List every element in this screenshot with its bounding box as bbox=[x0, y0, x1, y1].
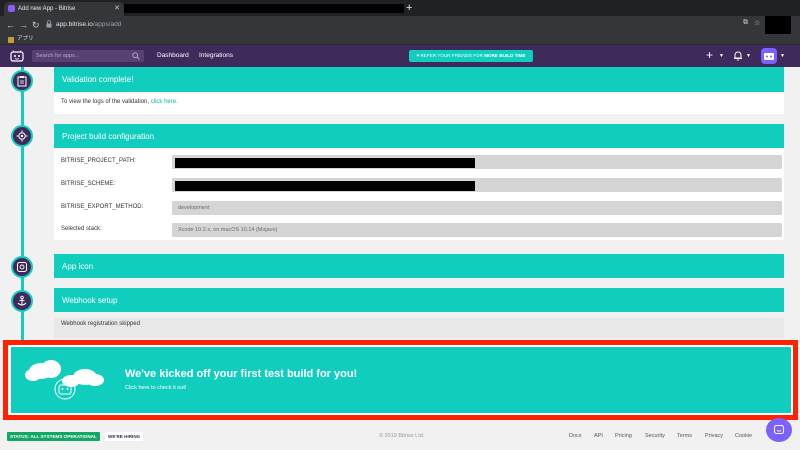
tab-title: Add new App - Bitrise bbox=[18, 6, 76, 12]
browser-toolbar: ← → ↻ app.bitrise.io/apps/add ⧉ ☆ bbox=[0, 16, 800, 34]
footer-link-cookie[interactable]: Cookie bbox=[735, 432, 752, 441]
redacted-profile bbox=[765, 16, 791, 34]
new-tab-icon[interactable]: + bbox=[406, 1, 412, 15]
config-label: BITRISE_SCHEME: bbox=[61, 181, 116, 187]
config-row: Selected stack: Xcode 10.2.x, on macOS 1… bbox=[61, 223, 782, 237]
refer-prefix: REFER YOUR FRIENDS FOR bbox=[420, 53, 483, 58]
avatar-icon bbox=[764, 53, 774, 60]
status-badge[interactable]: STATUS: ALL SYSTEMS OPERATIONAL bbox=[7, 432, 100, 441]
gear-icon bbox=[11, 125, 33, 147]
bitrise-logo-icon[interactable] bbox=[10, 50, 24, 62]
main-content: Validation complete! To view the logs of… bbox=[0, 67, 800, 340]
config-row: BITRISE_PROJECT_PATH: bbox=[61, 155, 782, 169]
refer-friends-button[interactable]: ♥ REFER YOUR FRIENDS FOR MORE BUILD TIME bbox=[409, 50, 533, 62]
clouds-illustration-icon bbox=[25, 360, 104, 400]
validation-title: Validation complete! bbox=[62, 75, 134, 84]
browser-tab-bar: Add new App - Bitrise ✕ + bbox=[0, 0, 800, 16]
first-build-banner[interactable]: We've kicked off your first test build f… bbox=[11, 347, 791, 413]
search-placeholder: Search for apps... bbox=[36, 53, 80, 59]
validation-text: To view the logs of the validation, clic… bbox=[61, 99, 178, 105]
config-row: BITRISE_SCHEME: bbox=[61, 178, 782, 192]
chevron-down-icon[interactable]: ▼ bbox=[746, 53, 751, 59]
chat-button[interactable] bbox=[766, 418, 792, 442]
config-row: BITRISE_EXPORT_METHOD: development bbox=[61, 201, 782, 215]
export-method-field[interactable]: development bbox=[172, 201, 782, 215]
bookmark-apps[interactable]: アプリ bbox=[8, 35, 34, 44]
plus-icon[interactable]: + bbox=[706, 48, 713, 62]
search-icon bbox=[132, 52, 140, 60]
avatar[interactable] bbox=[761, 48, 777, 64]
footer-link-pricing[interactable]: Pricing bbox=[615, 432, 632, 441]
redacted-value bbox=[175, 158, 475, 168]
config-label: BITRISE_PROJECT_PATH: bbox=[61, 158, 136, 164]
config-label: BITRISE_EXPORT_METHOD: bbox=[61, 204, 144, 210]
bell-icon[interactable] bbox=[733, 50, 743, 61]
refer-bold: MORE BUILD TIME bbox=[484, 53, 526, 58]
bookmarks-bar: アプリ bbox=[0, 34, 800, 45]
chevron-down-icon[interactable]: ▼ bbox=[780, 53, 785, 59]
app-icon-grid-icon bbox=[11, 256, 33, 278]
star-icon[interactable]: ☆ bbox=[754, 19, 762, 29]
app-navbar: Search for apps... Dashboard Integration… bbox=[0, 45, 800, 67]
copyright: © 2019 Bitrise Ltd. bbox=[379, 433, 425, 439]
footer-link-security[interactable]: Security bbox=[645, 432, 665, 441]
footer-link-docs[interactable]: Docs bbox=[569, 432, 582, 441]
nav-dashboard[interactable]: Dashboard bbox=[157, 50, 189, 62]
url-domain: app.bitrise.io bbox=[56, 21, 93, 28]
config-label: Selected stack: bbox=[61, 226, 102, 232]
nav-integrations[interactable]: Integrations bbox=[199, 50, 233, 62]
validation-text-prefix: To view the logs of the validation, bbox=[61, 99, 150, 105]
webhook-header: Webhook setup bbox=[54, 288, 784, 312]
stack-field[interactable]: Xcode 10.2.x, on macOS 10.14 (Mojave) bbox=[172, 223, 782, 237]
lock-icon bbox=[46, 20, 52, 28]
reload-icon[interactable]: ↻ bbox=[32, 19, 40, 31]
validation-header: Validation complete! bbox=[54, 67, 784, 92]
webhook-text: Webhook registration skipped bbox=[61, 321, 140, 327]
app-icon-header: App icon bbox=[54, 254, 784, 278]
url-path: /apps/add bbox=[92, 21, 122, 28]
redacted-value bbox=[175, 181, 475, 191]
banner-title: We've kicked off your first test build f… bbox=[125, 368, 358, 380]
back-arrow-icon[interactable]: ← bbox=[6, 19, 15, 31]
translate-icon[interactable]: ⧉ bbox=[743, 19, 751, 29]
validation-logs-link[interactable]: click here. bbox=[151, 99, 178, 105]
webhook-title: Webhook setup bbox=[62, 295, 118, 305]
config-header: Project build configuration bbox=[54, 124, 784, 148]
redacted-tabs bbox=[124, 4, 404, 13]
chat-icon bbox=[773, 424, 785, 435]
webhook-body bbox=[54, 318, 784, 338]
app-icon-title: App icon bbox=[62, 261, 94, 271]
tab-close-icon[interactable]: ✕ bbox=[114, 4, 120, 12]
bookmark-label: アプリ bbox=[17, 36, 34, 42]
clipboard-icon bbox=[11, 70, 33, 92]
config-title: Project build configuration bbox=[62, 131, 155, 141]
anchor-icon bbox=[11, 290, 33, 312]
browser-tab[interactable]: Add new App - Bitrise ✕ bbox=[4, 2, 124, 16]
footer-link-privacy[interactable]: Privacy bbox=[705, 432, 723, 441]
apps-grid-icon bbox=[8, 36, 14, 43]
footer-link-api[interactable]: API bbox=[594, 432, 603, 441]
address-bar[interactable]: app.bitrise.io/apps/add bbox=[56, 19, 121, 31]
chevron-down-icon[interactable]: ▼ bbox=[719, 53, 724, 59]
footer-link-terms[interactable]: Terms bbox=[677, 432, 692, 441]
hiring-badge[interactable]: WE'RE HIRING bbox=[105, 432, 144, 441]
forward-arrow-icon[interactable]: → bbox=[19, 19, 28, 31]
favicon-icon bbox=[8, 5, 15, 12]
search-input[interactable]: Search for apps... bbox=[32, 50, 144, 62]
banner-check-link[interactable]: Click here to check it out! bbox=[125, 385, 186, 391]
footer: STATUS: ALL SYSTEMS OPERATIONAL WE'RE HI… bbox=[0, 420, 800, 450]
